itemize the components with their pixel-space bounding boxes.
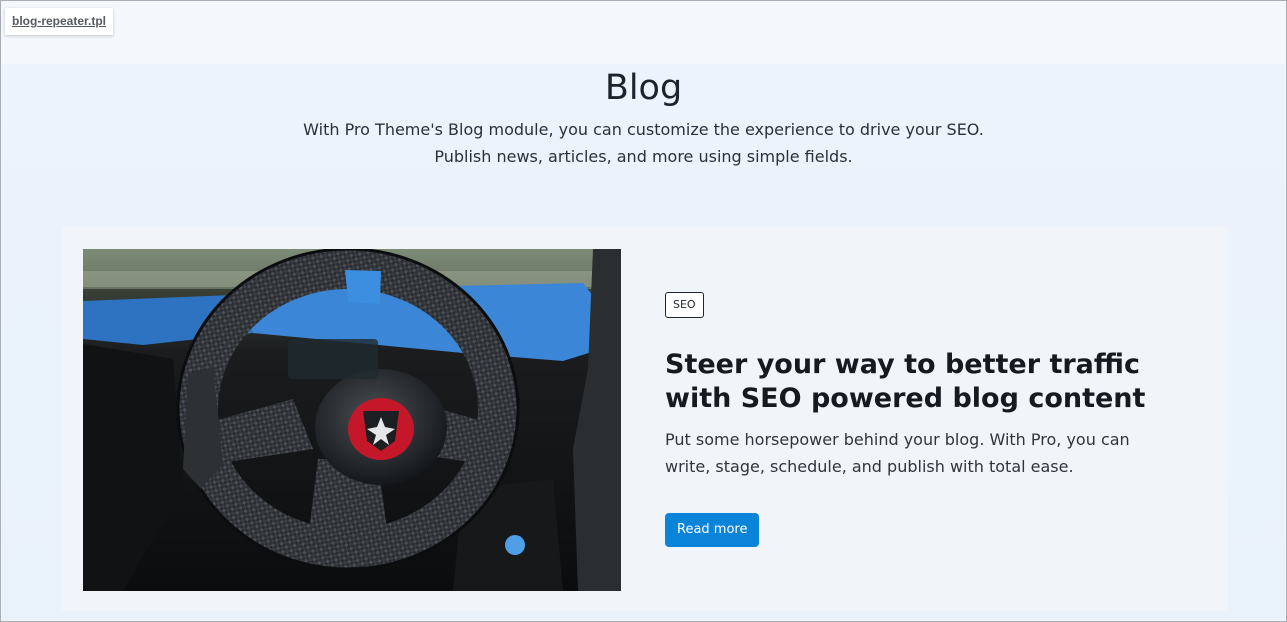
steering-wheel-image <box>83 249 621 591</box>
blog-post-card: SEO Steer your way to better traffic wit… <box>61 226 1228 611</box>
post-title[interactable]: Steer your way to better traffic with SE… <box>665 348 1165 416</box>
post-image[interactable] <box>83 249 621 591</box>
post-content: SEO Steer your way to better traffic wit… <box>665 292 1185 547</box>
post-summary: Put some horsepower behind your blog. Wi… <box>665 430 1130 476</box>
read-more-button[interactable]: Read more <box>665 513 760 547</box>
blog-intro: With Pro Theme's Blog module, you can cu… <box>202 116 1085 170</box>
page-title: Blog <box>604 68 683 108</box>
category-badge[interactable]: SEO <box>665 292 704 318</box>
page-frame: blog-repeater.tpl Blog With Pro Theme's … <box>0 0 1287 622</box>
intro-line-2: Publish news, articles, and more using s… <box>434 147 853 166</box>
template-file-tag[interactable]: blog-repeater.tpl <box>5 8 114 35</box>
top-strip: blog-repeater.tpl <box>2 2 1285 64</box>
blog-section: Blog With Pro Theme's Blog module, you c… <box>2 64 1285 620</box>
intro-line-1: With Pro Theme's Blog module, you can cu… <box>303 120 984 139</box>
